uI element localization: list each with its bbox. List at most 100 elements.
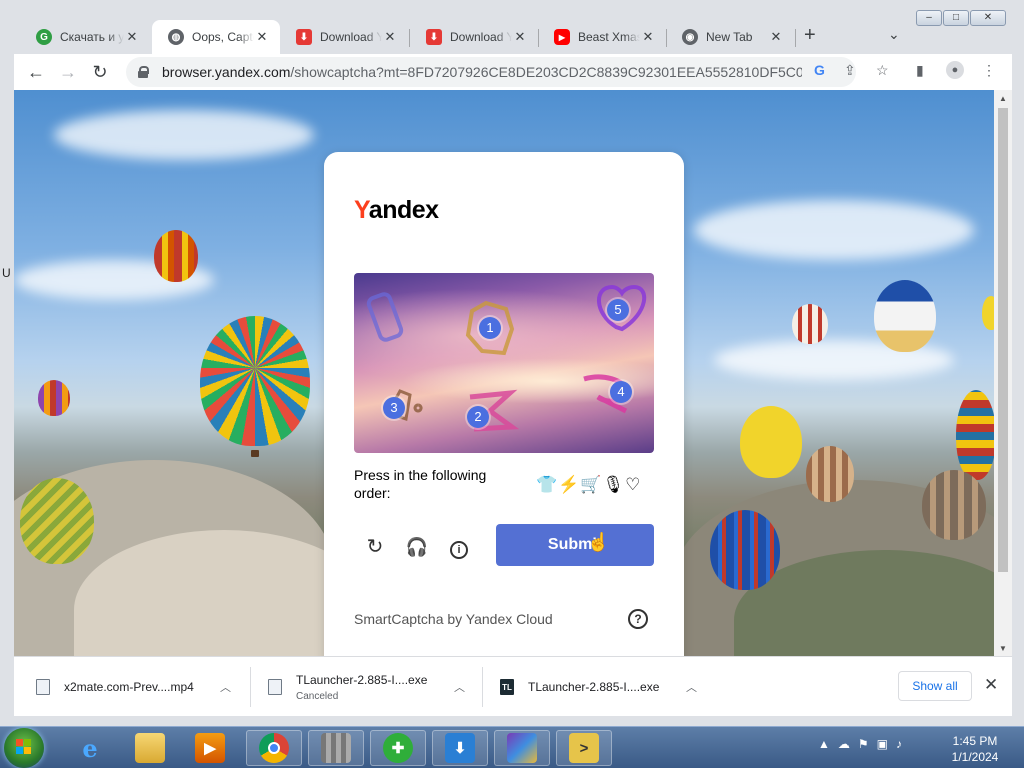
captcha-instruction: Press in the following order: <box>354 467 487 501</box>
captcha-footer: SmartCaptcha by Yandex Cloud <box>354 611 553 627</box>
bookmark-star-icon[interactable]: ☆ <box>876 62 889 79</box>
refresh-icon[interactable]: ↻ <box>363 535 387 559</box>
hot-air-balloon <box>38 380 70 416</box>
captcha-shapes <box>366 284 647 432</box>
toolbar: ← → ↻ browser.yandex.com/showcaptcha?mt=… <box>14 54 1012 90</box>
submit-button[interactable]: Submit <box>496 524 654 566</box>
chrome-icon <box>259 733 289 763</box>
tab-separator <box>795 29 796 47</box>
taskbar-app-green[interactable]: ✚ <box>370 730 426 766</box>
scroll-down-arrow-icon[interactable]: ▼ <box>994 644 1012 653</box>
clock-date: 1/1/2024 <box>951 750 999 764</box>
help-button[interactable]: ? <box>628 609 648 629</box>
tlauncher-icon: TL <box>500 679 514 695</box>
chevron-up-icon[interactable]: ︿ <box>686 679 697 695</box>
tab-new-tab[interactable]: ◉ New Tab ✕ <box>666 20 794 54</box>
green-plus-icon: ✚ <box>383 733 413 763</box>
download-separator <box>250 667 251 707</box>
folder-icon <box>135 733 165 763</box>
download-info: x2mate.com-Prev....mp4 <box>64 680 194 694</box>
download-item[interactable]: TL TLauncher-2.885-I....exe ︿ <box>500 657 710 717</box>
url-text[interactable]: browser.yandex.com/showcaptcha?mt=8FD720… <box>162 64 802 80</box>
captcha-image[interactable]: 1 2 3 4 5 <box>354 273 654 453</box>
close-icon[interactable]: ✕ <box>382 29 398 45</box>
hot-air-balloon <box>982 296 994 330</box>
taskbar-chrome[interactable] <box>246 730 302 766</box>
taskbar-internet-explorer[interactable]: e <box>62 730 118 766</box>
start-button[interactable] <box>4 728 44 768</box>
captcha-badge-2[interactable]: 2 <box>467 406 489 428</box>
headphones-audio-icon[interactable]: 🎧 <box>405 535 429 559</box>
reload-button[interactable]: ↻ <box>88 60 112 84</box>
taskbar-explorer[interactable] <box>122 730 178 766</box>
download-info: TLauncher-2.885-I....exe <box>528 680 659 694</box>
captcha-badge-3[interactable]: 3 <box>383 397 405 419</box>
info-icon[interactable]: i <box>447 535 471 559</box>
tab-download-ru[interactable]: G Скачать и у ✕ <box>20 20 150 54</box>
hot-air-balloon <box>922 470 986 540</box>
download-item[interactable]: TLauncher-2.885-I....exe Canceled ︿ <box>268 657 478 717</box>
tab-title: New Tab <box>706 30 753 44</box>
system-tray-icons[interactable]: ▲☁⚑▣♪ <box>818 737 910 751</box>
forward-button[interactable]: → <box>56 60 80 84</box>
windows-logo-icon <box>16 739 32 755</box>
archive-icon <box>507 733 537 763</box>
file-icon <box>268 679 282 695</box>
close-icon[interactable]: ✕ <box>768 29 784 45</box>
hot-air-balloon <box>956 390 994 480</box>
globe-icon: ◍ <box>168 29 184 45</box>
url-path: /showcaptcha?mt=8FD7207926CE8DE203CD2C88… <box>290 64 802 80</box>
close-icon[interactable]: ✕ <box>512 29 528 45</box>
close-icon[interactable]: ✕ <box>254 29 270 45</box>
menu-dots-icon[interactable]: ⋮ <box>982 62 996 79</box>
scrollbar-thumb[interactable] <box>998 108 1008 572</box>
tab-title: Beast Xmas <box>578 30 640 44</box>
address-bar[interactable]: browser.yandex.com/showcaptcha?mt=8FD720… <box>126 57 856 87</box>
page-scrollbar[interactable]: ▲ ▼ <box>994 90 1012 656</box>
side-panel-icon[interactable]: ▮ <box>916 62 924 79</box>
tab-title: Скачать и у <box>60 30 124 44</box>
remote-shape <box>366 292 404 342</box>
chrome-icon: ◉ <box>682 29 698 45</box>
taskbar-media-player[interactable]: ▶ <box>182 730 238 766</box>
youtube-icon: ▶ <box>554 29 570 45</box>
tab-title: Oops, Captc <box>192 30 254 44</box>
tab-captcha[interactable]: ◍ Oops, Captc ✕ <box>152 20 280 54</box>
chevron-up-icon[interactable]: ︿ <box>220 679 231 695</box>
taskbar-app-script[interactable]: > <box>556 730 612 766</box>
tab-youtube[interactable]: ▶ Beast Xmas ✕ <box>538 20 666 54</box>
internet-explorer-icon: e <box>82 733 98 763</box>
info-icon-glyph: i <box>450 541 468 559</box>
tab-search-chevron-icon[interactable]: ⌄ <box>888 26 900 43</box>
clock[interactable]: 1:45 PM 1/1/2024 <box>940 733 1010 765</box>
close-shelf-icon[interactable]: ✕ <box>984 675 998 695</box>
taskbar-app-download[interactable]: ⬇ <box>432 730 488 766</box>
back-button[interactable]: ← <box>24 60 48 84</box>
tab-download-1[interactable]: ⬇ Download Y ✕ <box>280 20 408 54</box>
close-icon[interactable]: ✕ <box>640 29 656 45</box>
browser-window: – □ ✕ G Скачать и у ✕ ◍ Oops, Captc ✕ ⬇ … <box>0 0 1024 726</box>
captcha-card: Yandex 1 2 3 4 5 Press in the following … <box>324 152 684 662</box>
profile-avatar-icon[interactable]: ● <box>946 61 964 79</box>
close-icon[interactable]: ✕ <box>124 29 140 45</box>
download-item[interactable]: x2mate.com-Prev....mp4 ︿ <box>36 657 246 717</box>
taskbar-app-archive[interactable] <box>494 730 550 766</box>
captcha-badge-1[interactable]: 1 <box>479 317 501 339</box>
blocks-icon <box>321 733 351 763</box>
tab-download-2[interactable]: ⬇ Download Y ✕ <box>410 20 538 54</box>
show-all-button[interactable]: Show all <box>898 671 972 701</box>
share-icon[interactable]: ⇪ <box>844 62 856 79</box>
google-icon[interactable]: G <box>814 62 825 78</box>
script-icon: > <box>569 733 599 763</box>
chevron-up-icon[interactable]: ︿ <box>454 679 465 695</box>
hot-air-balloon <box>740 406 802 478</box>
yandex-logo-y: Y <box>354 196 369 224</box>
taskbar-app-blocks[interactable] <box>308 730 364 766</box>
captcha-badge-4[interactable]: 4 <box>610 381 632 403</box>
captcha-badge-5[interactable]: 5 <box>607 299 629 321</box>
download-icon: ⬇ <box>296 29 312 45</box>
scroll-up-arrow-icon[interactable]: ▲ <box>994 94 1012 103</box>
hand-cursor-icon: ☝ <box>587 532 610 552</box>
new-tab-button[interactable]: + <box>804 24 816 47</box>
monitor-download-icon: ⬇ <box>445 733 475 763</box>
